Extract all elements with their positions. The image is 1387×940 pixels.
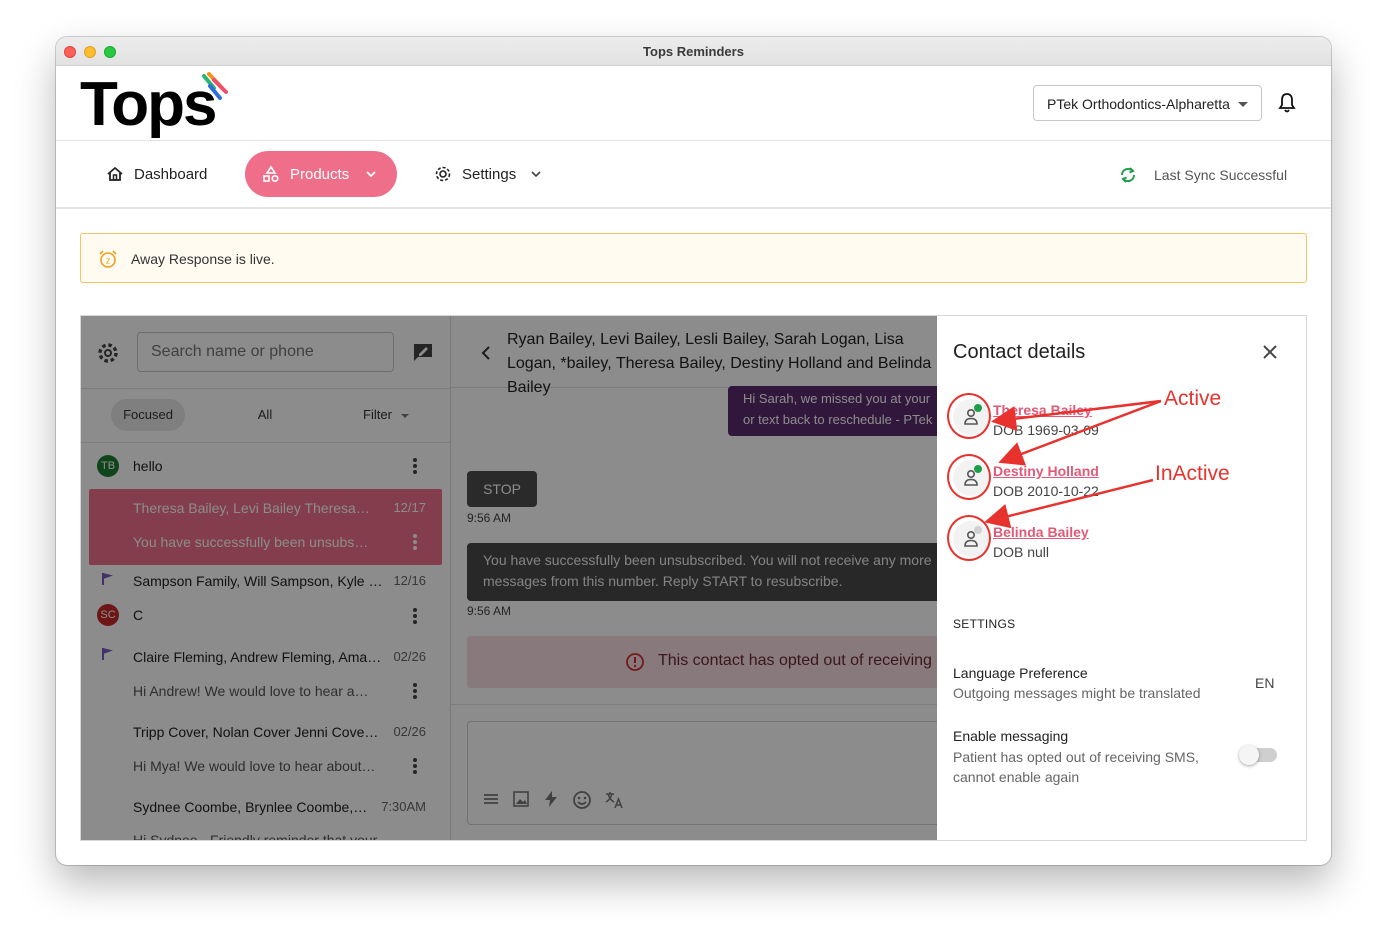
svg-text:z: z [106,256,111,266]
gear-icon [435,166,451,182]
contact-item[interactable]: Belinda Bailey DOB null [947,515,1253,573]
shapes-icon [263,165,279,183]
language-preference-title: Language Preference [953,665,1088,681]
annotation-circle [947,393,991,439]
contact-details-title: Contact details [953,341,1086,363]
app-window: Tops Reminders Tops PTek Orthodontics-Al… [56,37,1331,865]
contact-details-drawer: Contact details Theresa Bailey DOB 1969-… [937,316,1306,840]
banner-text: Away Response is live. [131,251,275,267]
main-nav: Dashboard Products Settings Last Sync Su… [56,141,1331,209]
settings-heading: SETTINGS [953,617,1016,631]
contact-dob: DOB 1969-03-09 [993,422,1099,438]
annotation-inactive-label: InActive [1155,462,1230,485]
nav-products-label: Products [290,165,350,183]
nav-products[interactable]: Products [245,151,397,197]
messaging-panel: Focused All Filter TB hello Theresa Bail… [80,315,1307,841]
window-title: Tops Reminders [643,44,744,59]
contact-dob: DOB null [993,544,1050,560]
annotation-circle [947,515,991,561]
annotation-circle [947,454,991,500]
enable-messaging-subtitle: Patient has opted out of receiving SMS, … [953,747,1199,787]
nav-dashboard-label: Dashboard [134,165,208,183]
practice-select[interactable]: PTek Orthodontics-Alpharetta [1033,85,1262,121]
sync-status-label: Last Sync Successful [1154,167,1288,183]
enable-messaging-subtitle-line: Patient has opted out of receiving SMS, [953,749,1199,765]
away-response-banner: z Away Response is live. [80,233,1307,283]
sync-icon [1120,167,1136,183]
language-preference-subtitle: Outgoing messages might be translated [953,685,1201,701]
sync-status[interactable]: Last Sync Successful [1118,165,1287,185]
enable-messaging-title: Enable messaging [953,728,1069,744]
nav-settings-label: Settings [462,165,517,183]
contact-name-link[interactable]: Theresa Bailey [993,402,1092,418]
annotation-active-label: Active [1164,387,1222,410]
home-icon [107,166,123,181]
modal-backdrop[interactable] [81,316,937,840]
alarm-clock-icon: z [99,250,117,268]
chevron-down-icon [366,171,376,178]
enable-messaging-subtitle-line: cannot enable again [953,769,1080,785]
nav-settings[interactable]: Settings [434,151,552,197]
contact-name-link[interactable]: Belinda Bailey [993,524,1089,540]
chevron-down-icon [531,171,541,178]
app-header: Tops PTek Orthodontics-Alpharetta [56,66,1331,141]
contact-name-link[interactable]: Destiny Holland [993,463,1099,479]
contact-dob: DOB 2010-10-22 [993,483,1099,499]
close-icon[interactable] [1262,344,1278,360]
enable-messaging-toggle[interactable] [1239,745,1277,765]
bell-icon[interactable] [1277,92,1297,114]
nav-dashboard[interactable]: Dashboard [106,151,207,197]
practice-select-value: PTek Orthodontics-Alpharetta [1047,96,1230,112]
toggle-knob [1239,745,1259,765]
logo-stripes-icon [202,72,228,100]
chevron-down-icon [1238,102,1248,107]
tops-logo[interactable]: Tops [80,72,240,138]
title-bar: Tops Reminders [56,37,1331,66]
language-preference-value[interactable]: EN [1255,675,1274,691]
